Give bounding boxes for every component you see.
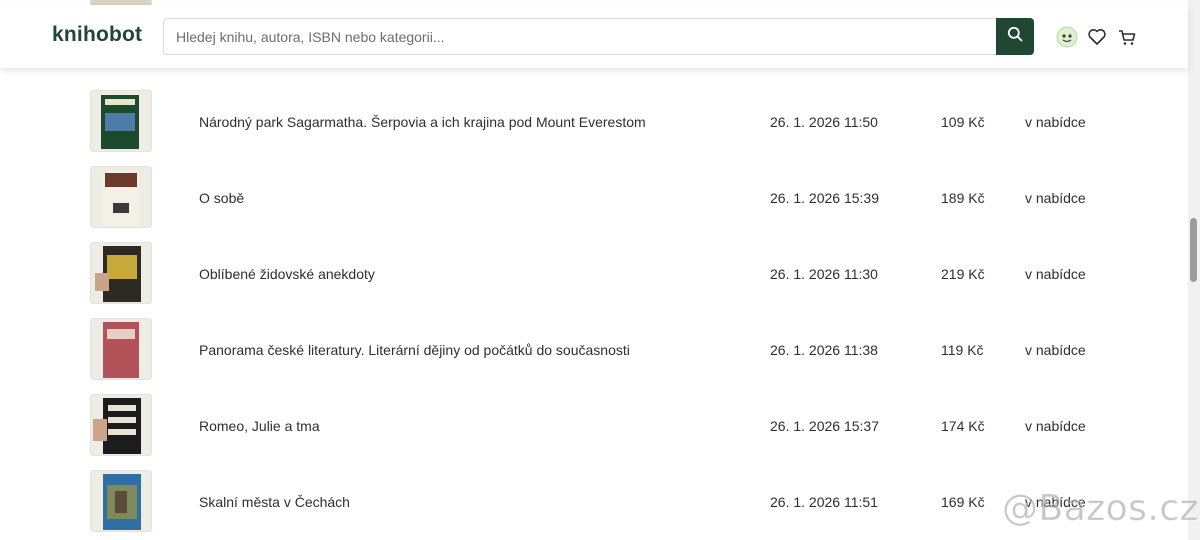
listing-status: v nabídce (1025, 190, 1086, 206)
listing-date: 26. 1. 2026 15:37 (770, 418, 879, 434)
table-row[interactable]: Národný park Sagarmatha. Šerpovia a ich … (0, 90, 1188, 166)
listing-date: 26. 1. 2026 15:39 (770, 190, 879, 206)
listing-price: 174 Kč (941, 418, 985, 434)
listing-date: 26. 1. 2026 11:51 (770, 494, 878, 510)
listing-status: v nabídce (1025, 114, 1086, 130)
table-row[interactable]: Romeo, Julie a tma 26. 1. 2026 15:37 174… (0, 394, 1188, 470)
listing-status: v nabídce (1025, 266, 1086, 282)
listing-status: v nabídce (1025, 418, 1086, 434)
book-title[interactable]: O sobě (199, 190, 244, 206)
book-thumbnail[interactable] (90, 318, 152, 380)
listing-table: Národný park Sagarmatha. Šerpovia a ich … (0, 0, 1188, 540)
table-row[interactable]: Skalní města v Čechách 26. 1. 2026 11:51… (0, 470, 1188, 540)
book-title[interactable]: Romeo, Julie a tma (199, 418, 320, 434)
book-title[interactable]: Panorama české literatury. Literární děj… (199, 342, 630, 358)
listing-price: 119 Kč (941, 342, 984, 358)
listing-price: 189 Kč (941, 190, 985, 206)
heart-icon[interactable] (1086, 26, 1108, 48)
search-bar (163, 18, 1034, 55)
avatar-icon[interactable] (1056, 26, 1078, 48)
book-title[interactable]: Oblíbené židovské anekdoty (199, 266, 375, 282)
listing-price: 219 Kč (941, 266, 985, 282)
listing-price: 169 Kč (941, 494, 985, 510)
scrollbar-thumb[interactable] (1190, 218, 1197, 282)
scrollbar[interactable] (1188, 0, 1200, 540)
book-thumbnail[interactable] (90, 90, 152, 152)
search-button[interactable] (996, 18, 1034, 55)
book-thumbnail[interactable] (90, 394, 152, 456)
site-header: knihobot (0, 5, 1188, 68)
header-actions (1056, 25, 1138, 49)
search-icon (1007, 26, 1023, 47)
listing-status: v nabídce (1025, 494, 1086, 510)
cart-icon[interactable] (1116, 26, 1138, 48)
listing-date: 26. 1. 2026 11:50 (770, 114, 878, 130)
listing-date: 26. 1. 2026 11:38 (770, 342, 878, 358)
page: Národný park Sagarmatha. Šerpovia a ich … (0, 0, 1200, 540)
table-row[interactable]: Oblíbené židovské anekdoty 26. 1. 2026 1… (0, 242, 1188, 318)
listing-date: 26. 1. 2026 11:30 (770, 266, 878, 282)
book-thumbnail[interactable] (90, 242, 152, 304)
listing-price: 109 Kč (941, 114, 985, 130)
table-row[interactable]: Panorama české literatury. Literární děj… (0, 318, 1188, 394)
search-input[interactable] (164, 19, 996, 54)
site-logo[interactable]: knihobot (52, 23, 142, 47)
book-thumbnail[interactable] (90, 166, 152, 228)
book-thumbnail[interactable] (90, 470, 152, 532)
table-row[interactable]: O sobě 26. 1. 2026 15:39 189 Kč v nabídc… (0, 166, 1188, 242)
listing-status: v nabídce (1025, 342, 1086, 358)
book-title[interactable]: Národný park Sagarmatha. Šerpovia a ich … (199, 114, 646, 130)
book-title[interactable]: Skalní města v Čechách (199, 494, 350, 510)
